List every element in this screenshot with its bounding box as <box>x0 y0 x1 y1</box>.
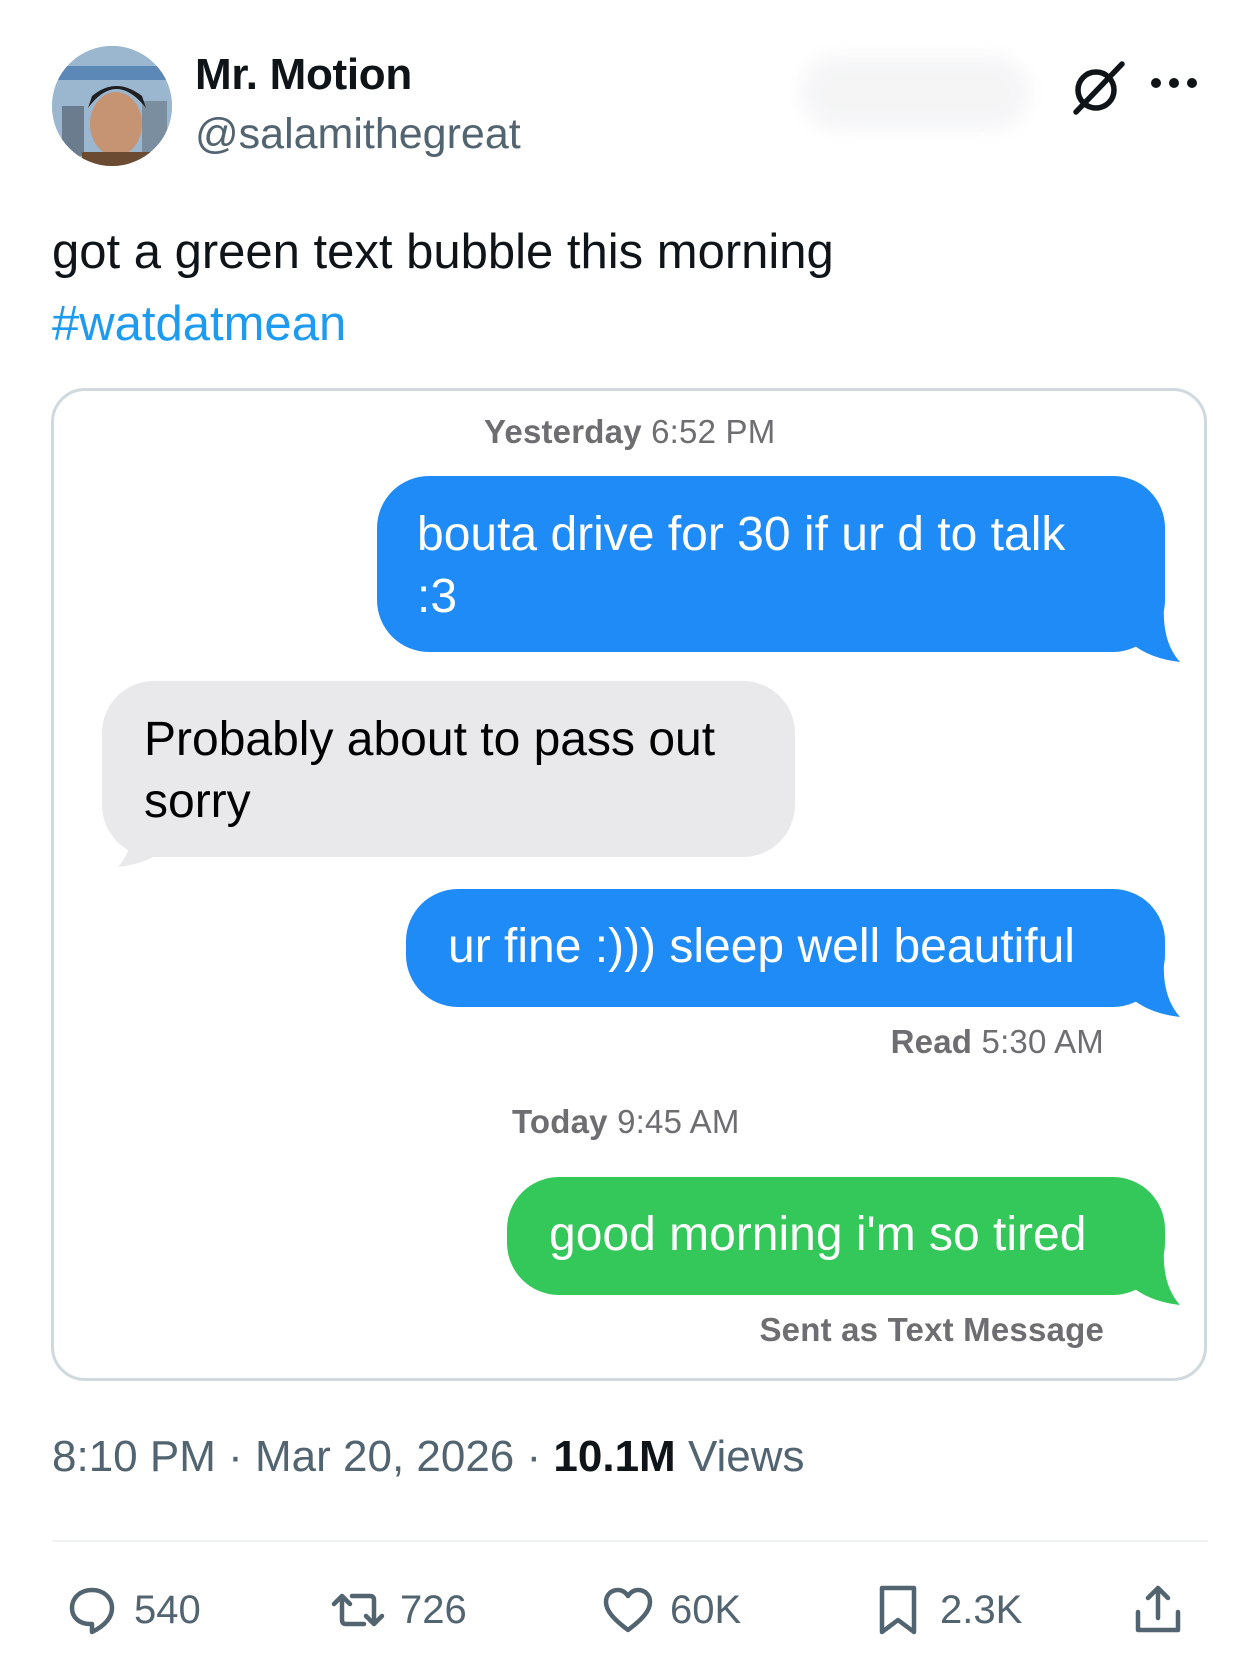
message-text: good morning i'm so tired <box>549 1208 1087 1261</box>
author-handle[interactable]: @salamithegreat <box>195 110 521 159</box>
heart-icon <box>603 1587 653 1633</box>
meta-separator: · <box>526 1432 542 1481</box>
meta-separator: · <box>228 1432 243 1481</box>
reply-button[interactable]: 540 <box>64 1580 201 1640</box>
avatar-photo <box>52 46 172 166</box>
read-receipt: Read 5:30 AM <box>891 1023 1104 1061</box>
reply-count: 540 <box>134 1587 201 1632</box>
blurred-badge <box>800 55 1030 130</box>
tweet-time[interactable]: 8:10 PM <box>52 1432 216 1481</box>
message-text: sorry <box>144 775 251 828</box>
grok-icon[interactable] <box>1068 58 1128 118</box>
message-text: Probably about to pass out <box>144 713 716 766</box>
timestamp-day: Today <box>512 1103 608 1140</box>
views-count: 10.1M <box>553 1432 676 1481</box>
bookmark-count: 2.3K <box>940 1587 1023 1632</box>
timestamp-time: 9:45 AM <box>617 1103 740 1140</box>
author-name[interactable]: Mr. Motion <box>195 50 412 100</box>
read-time: 5:30 AM <box>981 1023 1104 1060</box>
tweet-date[interactable]: Mar 20, 2026 <box>255 1432 514 1481</box>
message-text: bouta drive for 30 if ur d to talk <box>417 508 1066 561</box>
repost-button[interactable]: 726 <box>330 1580 467 1640</box>
timestamp-time: 6:52 PM <box>651 413 776 450</box>
bookmark-icon <box>879 1585 917 1635</box>
share-button[interactable] <box>1130 1580 1186 1640</box>
message-text: :3 <box>417 570 458 623</box>
message-bubble-received: Probably about to pass out sorry <box>102 681 795 857</box>
repost-count: 726 <box>400 1587 467 1632</box>
more-options-icon[interactable] <box>1148 70 1200 96</box>
media-attachment[interactable]: Yesterday 6:52 PM bouta drive for 30 if … <box>51 388 1207 1381</box>
like-count: 60K <box>670 1587 742 1632</box>
conversation-timestamp-yesterday: Yesterday 6:52 PM <box>484 413 775 451</box>
bookmark-button[interactable]: 2.3K <box>870 1580 1022 1640</box>
hashtag-link[interactable]: #watdatmean <box>52 288 346 360</box>
message-bubble-sent: bouta drive for 30 if ur d to talk :3 <box>377 476 1165 652</box>
read-label: Read <box>890 1023 973 1060</box>
conversation-timestamp-today: Today 9:45 AM <box>512 1103 740 1141</box>
author-avatar[interactable] <box>52 46 172 166</box>
tweet-text: got a green text bubble this morning <box>52 225 834 279</box>
share-icon <box>1135 1585 1181 1633</box>
tweet-meta: 8:10 PM · Mar 20, 2026 · 10.1M Views <box>52 1432 805 1482</box>
message-text: ur fine :))) sleep well beautiful <box>448 920 1075 973</box>
reply-icon <box>69 1587 115 1635</box>
message-bubble-sent: ur fine :))) sleep well beautiful <box>406 889 1165 1007</box>
timestamp-day: Yesterday <box>484 413 642 450</box>
sms-note: Sent as Text Message <box>759 1311 1104 1348</box>
views-label: Views <box>687 1432 805 1481</box>
message-bubble-sms: good morning i'm so tired <box>507 1177 1165 1295</box>
like-button[interactable]: 60K <box>600 1580 741 1640</box>
divider <box>52 1540 1208 1542</box>
repost-icon <box>331 1593 385 1627</box>
